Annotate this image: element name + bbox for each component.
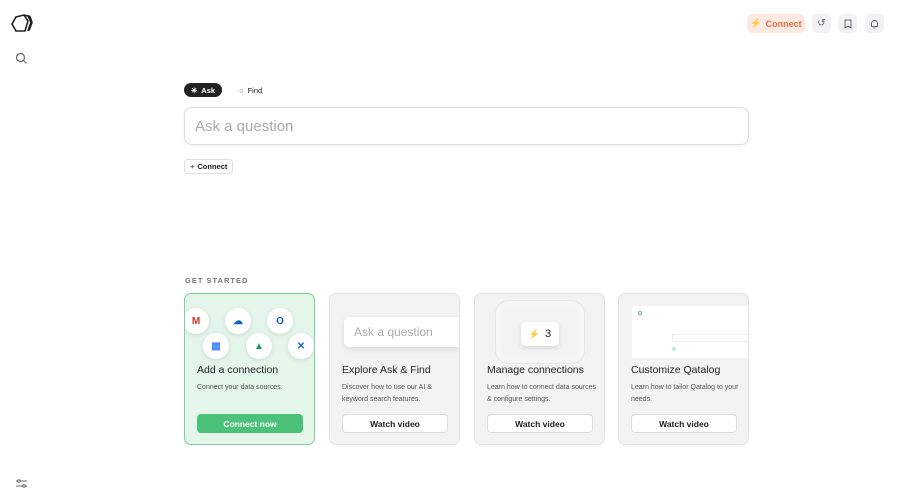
card-manage-connections: ⚡ 3 Manage connections Learn how to conne… [474,293,605,445]
plug-icon: ⚡ [528,328,541,339]
search-icon[interactable] [15,52,28,70]
notifications-button[interactable] [865,14,884,33]
bookmark-icon [844,19,851,29]
card-customize-qatalog: Customize Qatalog Learn how to tailor Qa… [618,293,749,445]
watch-video-button[interactable]: Watch video [342,414,448,433]
search-icon: ○ [239,85,244,95]
preview-connection-count: ⚡ 3 [521,322,559,346]
sparkle-icon: ✳ [191,85,198,95]
question-input[interactable]: Ask a question [184,107,749,145]
bookmark-button[interactable] [838,14,857,33]
onedrive-icon: ☁ [225,308,251,334]
preview-app-screenshot [632,306,748,358]
tab-ask[interactable]: ✳ Ask [184,83,223,97]
connect-now-button[interactable]: Connect now [197,414,303,433]
gmail-icon: M [185,308,209,334]
google-calendar-icon: ▦ [203,333,229,359]
section-heading: GET STARTED [185,276,249,285]
add-connection-chip[interactable]: + Connect [184,159,234,174]
connect-button[interactable]: ⚡ Connect [747,14,805,33]
outlook-icon: O [267,308,293,334]
app-logo[interactable] [10,12,34,41]
watch-video-button[interactable]: Watch video [487,414,593,433]
settings-sliders-icon[interactable] [16,475,27,493]
preview-search: Ask a question [344,317,459,347]
google-drive-icon: ▲ [246,333,272,359]
plug-icon: ⚡ [750,18,762,28]
card-add-connection: M ☁ O ▦ ▲ ✕ Add a connection Connect you… [184,293,315,445]
tab-find[interactable]: ○ Find [232,83,269,97]
watch-video-button[interactable]: Watch video [631,414,737,433]
history-icon: ↺ [817,18,826,29]
plus-icon: + [190,162,195,171]
bell-icon [871,19,878,28]
confluence-icon: ✕ [288,333,314,359]
history-button[interactable]: ↺ [812,14,831,33]
mode-tabs: ✳ Ask ○ Find [184,83,269,97]
card-explore-ask-find: Ask a question Explore Ask & Find Discov… [329,293,460,445]
